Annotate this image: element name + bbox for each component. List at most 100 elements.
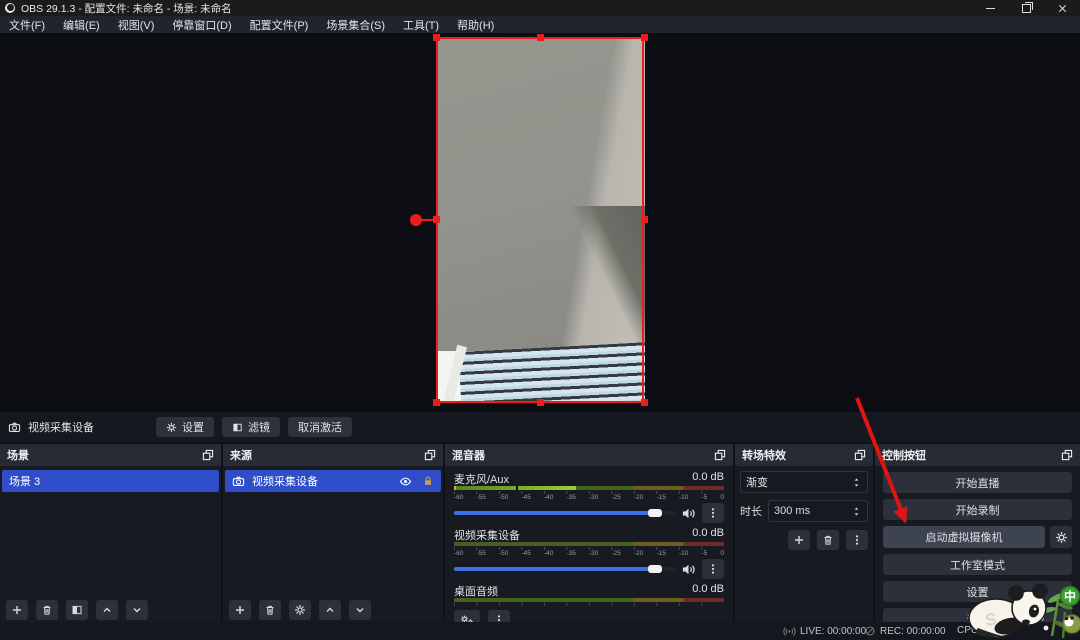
- plus-icon: [234, 604, 246, 616]
- scene-filters-button[interactable]: [66, 600, 88, 620]
- remove-scene-button[interactable]: [36, 600, 58, 620]
- ime-status-icons: 中: [1061, 587, 1080, 634]
- source-down-button[interactable]: [349, 600, 371, 620]
- volume-meter: [454, 598, 724, 602]
- camera-icon: [8, 421, 21, 434]
- meter-tick-label: -10: [679, 550, 688, 558]
- meter-tick-label: -20: [634, 494, 643, 502]
- source-item[interactable]: 视频采集设备: [225, 470, 441, 492]
- rotation-handle[interactable]: [410, 214, 422, 226]
- popout-icon[interactable]: [1061, 449, 1073, 461]
- selection-handle-tr[interactable]: [641, 34, 648, 41]
- trash-icon: [822, 534, 834, 546]
- virtual-camera-config-button[interactable]: [1050, 526, 1072, 548]
- channel-db-value: 0.0 dB: [692, 583, 724, 597]
- mixer-channel-mic: 麦克风/Aux 0.0 dB -60-55-50-45-40-35-30-25-…: [454, 471, 724, 522]
- deactivate-label: 取消激活: [298, 419, 342, 435]
- selection-handle-br[interactable]: [641, 399, 648, 406]
- scenes-title: 场景: [7, 447, 29, 463]
- remove-source-button[interactable]: [259, 600, 281, 620]
- menu-item-view[interactable]: 视图(V): [109, 17, 164, 33]
- menu-item-scene-collection[interactable]: 场景集合(S): [317, 17, 394, 33]
- volume-slider[interactable]: [454, 511, 675, 515]
- chevron-up-icon: [324, 604, 336, 616]
- selection-handle-mr[interactable]: [641, 216, 648, 223]
- close-button[interactable]: [1044, 0, 1080, 16]
- speaker-icon[interactable]: [681, 506, 696, 521]
- restore-button[interactable]: [1008, 0, 1044, 16]
- visibility-eye-icon[interactable]: [399, 475, 412, 488]
- popout-icon[interactable]: [424, 449, 436, 461]
- slider-thumb[interactable]: [648, 565, 662, 573]
- source-up-button[interactable]: [319, 600, 341, 620]
- close-icon: [1057, 3, 1068, 14]
- meter-input-marker: [454, 486, 456, 490]
- menu-item-file[interactable]: 文件(F): [0, 17, 54, 33]
- scene-up-button[interactable]: [96, 600, 118, 620]
- duration-label: 时长: [740, 503, 762, 519]
- broadcast-icon: [783, 625, 796, 638]
- meter-active-level: [454, 486, 576, 490]
- source-item-label: 视频采集设备: [252, 473, 318, 489]
- annotation-arrow: [840, 392, 920, 537]
- meter-tick-label: -55: [477, 494, 486, 502]
- menu-item-profile[interactable]: 配置文件(P): [241, 17, 318, 33]
- sources-dock: 来源 视频采集设备: [223, 444, 443, 622]
- volume-meter: [454, 486, 724, 490]
- menu-item-docks[interactable]: 停靠窗口(D): [163, 17, 240, 33]
- menu-item-edit[interactable]: 编辑(E): [54, 17, 109, 33]
- meter-tick-label: -45: [522, 550, 531, 558]
- minimize-button[interactable]: [972, 0, 1008, 16]
- advanced-audio-button[interactable]: [454, 610, 480, 622]
- source-properties-button[interactable]: [289, 600, 311, 620]
- volume-meter: [454, 542, 724, 546]
- minimize-icon: [986, 8, 995, 9]
- meter-tick-label: -60: [454, 494, 463, 502]
- add-source-button[interactable]: [229, 600, 251, 620]
- camera-icon: [232, 475, 245, 488]
- scenes-dock: 场景 场景 3: [0, 444, 221, 622]
- lock-icon[interactable]: [422, 475, 434, 487]
- meter-tick-label: -5: [702, 494, 708, 502]
- filter-icon: [232, 422, 243, 433]
- popout-icon[interactable]: [202, 449, 214, 461]
- trash-icon: [41, 604, 53, 616]
- add-transition-button[interactable]: [788, 530, 810, 550]
- meter-tick-labels: -60-55-50-45-40-35-30-25-20-15-10-50: [454, 550, 724, 558]
- selection-handle-bl[interactable]: [433, 399, 440, 406]
- meter-tick-label: -30: [589, 494, 598, 502]
- meter-tick-label: -15: [657, 550, 666, 558]
- selection-handle-bm[interactable]: [537, 399, 544, 406]
- selection-handle-tl[interactable]: [433, 34, 440, 41]
- channel-name: 桌面音频: [454, 583, 498, 597]
- mixer-menu-button[interactable]: [488, 610, 510, 622]
- start-recording-label: 开始录制: [956, 502, 1000, 518]
- channel-menu-button[interactable]: [702, 503, 724, 523]
- volume-slider[interactable]: [454, 567, 675, 571]
- transition-selected-value: 渐变: [746, 474, 768, 490]
- meter-tick-label: -50: [499, 550, 508, 558]
- menu-item-tools[interactable]: 工具(T): [394, 17, 448, 33]
- menu-item-help[interactable]: 帮助(H): [448, 17, 503, 33]
- gear-icon: [166, 422, 177, 433]
- meter-tick-label: -35: [567, 550, 576, 558]
- filter-icon: [71, 604, 83, 616]
- meter-tick-label: -40: [544, 550, 553, 558]
- add-scene-button[interactable]: [6, 600, 28, 620]
- kebab-icon: [707, 507, 719, 519]
- speaker-icon[interactable]: [681, 562, 696, 577]
- ime-mode-text: 中: [1064, 589, 1076, 604]
- scene-item[interactable]: 场景 3: [2, 470, 219, 492]
- plus-icon: [793, 534, 805, 546]
- scene-down-button[interactable]: [126, 600, 148, 620]
- deactivate-button[interactable]: 取消激活: [288, 417, 352, 437]
- popout-icon[interactable]: [714, 449, 726, 461]
- virtual-camera-label: 启动虚拟摄像机: [926, 529, 1003, 545]
- channel-menu-button[interactable]: [702, 559, 724, 579]
- source-filters-button[interactable]: 滤镜: [222, 417, 280, 437]
- meter-tick-label: -25: [612, 494, 621, 502]
- slider-thumb[interactable]: [648, 509, 662, 517]
- source-settings-button[interactable]: 设置: [156, 417, 214, 437]
- selection-handle-tm[interactable]: [537, 34, 544, 41]
- remove-transition-button[interactable]: [817, 530, 839, 550]
